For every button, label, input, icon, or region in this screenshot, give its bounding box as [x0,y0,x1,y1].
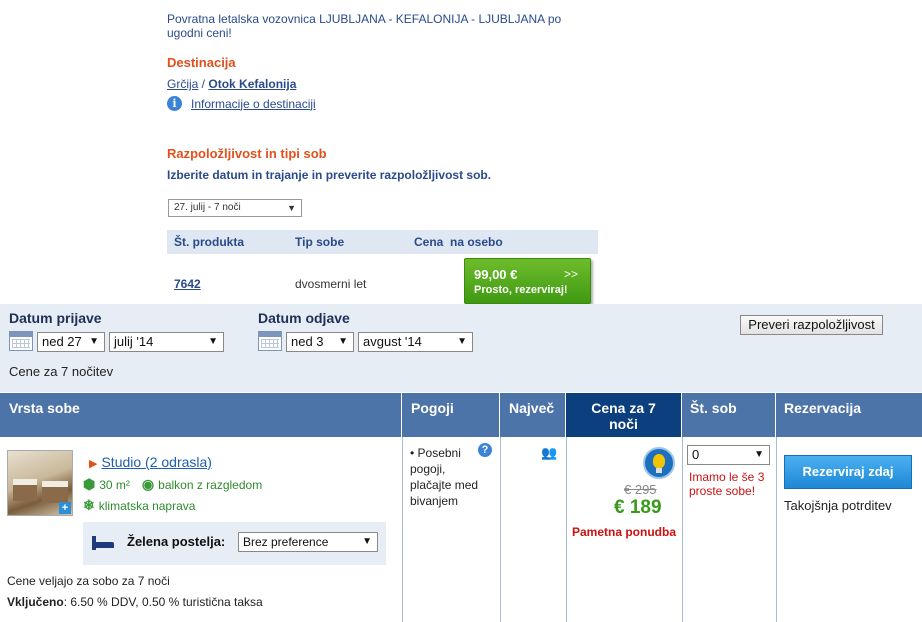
bed-preference-box: Želena postelja: Brez preference ▼ [83,522,386,565]
breadcrumb-country-link[interactable]: Grčija [167,77,198,91]
smart-offer-badge: Pametna ponudba [572,525,677,539]
checkout-month-select[interactable]: avgust '14 ▼ [358,332,473,352]
checkin-label: Datum prijave [9,310,102,326]
chevron-down-icon: ▼ [338,336,348,347]
checkout-day-select[interactable]: ned 3 ▼ [286,332,354,352]
chevron-down-icon: ▼ [754,449,764,460]
availability-subtitle: Izberite datum in trajanje in preverite … [167,168,492,182]
bed-icon [92,536,114,550]
book-now-button[interactable]: 99,00 € >> Prosto, rezerviraj! [464,258,591,304]
header-room-kind: Vrsta sobe [0,393,402,437]
rooms-count-value: 0 [692,447,700,462]
header-product-code: Št. produkta [174,235,245,249]
instant-confirmation: Takojšnja potrditev [784,498,892,513]
old-price: € 295 [624,482,657,497]
room-size: 30 m² [99,477,130,492]
help-icon[interactable]: ? [478,443,492,457]
lightbulb-icon [643,447,675,479]
rooms-table-header: Vrsta sobe Pogoji Največ Cena za 7 noči … [0,393,922,437]
date-duration-value: 27. julij - 7 noči [174,202,241,213]
checkin-day-value: ned 27 [42,334,82,349]
chevron-down-icon: ▼ [89,336,99,347]
triangle-right-icon: ▶ [89,458,98,470]
chevron-down-icon: ▼ [362,536,372,547]
calendar-icon[interactable] [9,331,33,351]
header-rooms-count: Št. sob [682,393,776,437]
column-divider [500,437,501,622]
double-chevron-right-icon: >> [563,267,578,281]
column-divider [776,437,777,622]
bed-preference-label: Želena postelja: [127,534,226,549]
rooms-left-warning: Imamo le še 3 proste sobe! [689,470,765,498]
chevron-down-icon: ▼ [287,203,296,213]
breadcrumb: Grčija / Otok Kefalonija [167,77,296,91]
current-price: € 189 [614,497,662,518]
bed-preference-select[interactable]: Brez preference ▼ [238,532,378,552]
price-nights-note: Cene za 7 nočitev [9,364,114,379]
rooms-table-row: + ▶ Studio (2 odrasla) ⬢ 30 m² ◉ balkon z… [0,437,922,622]
checkin-month-select[interactable]: julij '14 ▼ [109,332,224,352]
offer-intro: Povratna letalska vozovnica LJUBLJANA - … [167,12,562,40]
calendar-icon[interactable] [258,331,282,351]
room-features-row: ⬢ 30 m² ◉ balkon z razgledom [83,476,262,493]
two-persons-icon: 👥 [541,445,557,460]
room-title-link[interactable]: ▶ Studio (2 odrasla) [89,454,212,470]
header-conditions: Pogoji [402,393,500,437]
eye-icon: ◉ [141,476,155,492]
room-photo[interactable]: + [7,450,73,516]
book-now-label: Prosto, rezerviraj! [474,284,568,296]
date-duration-select[interactable]: 27. julij - 7 noči ▼ [168,199,302,217]
checkout-day-value: ned 3 [291,334,324,349]
snowflake-icon: ❄ [83,497,95,513]
rooms-count-select[interactable]: 0 ▼ [687,445,770,465]
destination-info-row: i Informacije o destinaciji [167,96,316,111]
checkin-month-value: julij '14 [114,334,154,349]
room-size-icon: ⬢ [83,476,96,492]
enlarge-icon[interactable]: + [59,502,71,514]
check-availability-button[interactable]: Preveri razpoložljivost [740,315,883,335]
header-price-per-person: Cena na osebo [414,235,503,249]
header-booking: Rezervacija [784,400,862,416]
column-divider [566,437,567,622]
room-balcony: balkon z razgledom [158,477,263,492]
checkout-month-value: avgust '14 [363,334,422,349]
breadcrumb-separator: / [198,77,209,91]
destination-title: Destinacija [167,55,236,70]
header-price[interactable]: Cena za 7 noči [566,393,682,437]
destination-info-link[interactable]: Informacije o destinaciji [191,97,316,111]
availability-title: Razpoložljivost in tipi sob [167,146,327,161]
product-row: 7642 dvosmerni let 99,00 € >> Prosto, re… [167,254,598,304]
room-conditions: • Posebni pogoji, plačajte med bivanjem [410,446,479,508]
product-table-header: Št. produkta Tip sobe Cena na osebo [167,230,598,254]
reserve-now-button[interactable]: Rezerviraj zdaj [784,455,912,489]
price-validity-note: Cene veljajo za sobo za 7 noči [7,574,170,588]
breadcrumb-region-link[interactable]: Otok Kefalonija [208,77,296,91]
header-room-type: Tip sobe [295,235,345,249]
included-taxes-note: Vključeno: 6.50 % DDV, 0.50 % turistična… [7,595,263,609]
product-code-link[interactable]: 7642 [174,277,201,291]
column-divider [682,437,683,622]
header-max: Največ [500,393,566,437]
room-ac: klimatska naprava [98,498,196,513]
chevron-down-icon: ▼ [208,336,218,347]
room-ac-row: ❄ klimatska naprava [83,497,195,514]
chevron-down-icon: ▼ [457,336,467,347]
checkin-day-select[interactable]: ned 27 ▼ [37,332,105,352]
info-icon: i [167,96,182,111]
column-divider [402,437,403,622]
bed-preference-value: Brez preference [243,535,329,549]
product-price: 99,00 € [474,267,518,282]
checkout-label: Datum odjave [258,310,350,326]
product-type: dvosmerni let [295,277,367,291]
